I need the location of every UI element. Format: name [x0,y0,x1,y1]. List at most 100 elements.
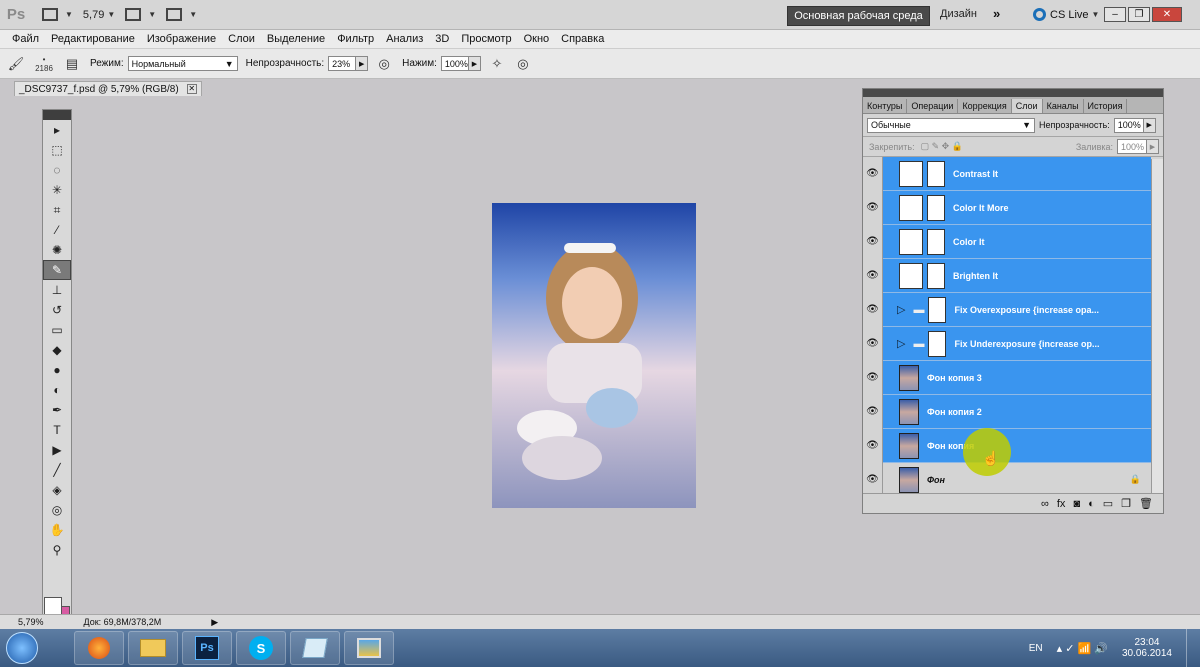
more-workspaces-icon[interactable]: » [993,6,1000,21]
menu-item-4[interactable]: Выделение [267,33,325,45]
visibility-eye-icon[interactable]: 👁 [863,224,883,259]
notes-taskbar-icon[interactable] [290,631,340,665]
explorer-taskbar-icon[interactable] [128,631,178,665]
status-arrow-icon[interactable]: ▶ [211,617,218,628]
opacity-slider-arrow[interactable]: ▶ [356,56,369,71]
lock-icons[interactable]: ▢ ✎ ✥ 🔒 [921,141,963,152]
visibility-eye-icon[interactable]: 👁 [863,462,883,497]
move-tool-icon[interactable]: ▸ [43,120,71,140]
stamp-tool-icon[interactable]: ⊥ [43,280,71,300]
screen-mode-icon[interactable]: ▼ [166,4,197,26]
photoshop-taskbar-icon[interactable]: Ps [182,631,232,665]
size-pressure-icon[interactable]: ◎ [513,54,533,74]
layer-row[interactable]: 👁 ▷ ▬ Fix Underexposure {increase op... [863,326,1151,361]
menu-item-1[interactable]: Редактирование [51,33,135,45]
fill-input[interactable]: 100% [1117,139,1147,154]
layer-thumbnail[interactable] [899,432,919,459]
line-tool-icon[interactable]: ╱ [43,460,71,480]
layer-row[interactable]: 👁 Фон копия 3 [863,360,1151,395]
zoom-tool-icon[interactable]: ⚲ [43,540,71,560]
menu-item-2[interactable]: Изображение [147,33,216,45]
visibility-eye-icon[interactable]: 👁 [863,428,883,463]
adjustment-layer-icon[interactable]: ◐ [1088,498,1095,510]
layer-mask-thumbnail[interactable] [927,194,945,221]
zoom-dropdown[interactable]: 5,79 ▼ [83,4,115,26]
layer-mask-thumbnail[interactable] [927,160,945,187]
show-desktop-button[interactable] [1186,629,1200,667]
curves-adjustment-icon[interactable] [899,160,923,187]
new-layer-icon[interactable]: ❐ [1121,497,1131,510]
menu-item-7[interactable]: 3D [435,33,449,45]
workspace-essentials-button[interactable]: Основная рабочая среда [787,6,930,26]
delete-layer-icon[interactable]: 🗑 [1139,497,1153,510]
document-canvas-image[interactable] [492,203,696,508]
panel-tab-1[interactable]: Операции [907,99,959,113]
menu-item-9[interactable]: Окно [524,33,550,45]
panel-tab-5[interactable]: История [1084,99,1128,113]
dodge-tool-icon[interactable]: ◐ [43,380,71,400]
layer-opacity-input[interactable]: 100% [1113,117,1144,133]
pen-tool-icon[interactable]: ✒ [43,400,71,420]
close-button[interactable]: ✕ [1152,7,1182,22]
panel-tab-4[interactable]: Каналы [1043,99,1084,113]
close-document-icon[interactable]: ✕ [186,84,197,94]
fill-arrow[interactable]: ▶ [1147,139,1159,154]
menu-item-6[interactable]: Анализ [386,33,423,45]
layer-mask-thumbnail[interactable] [928,330,947,357]
screen-mode-button[interactable]: ▼ [42,4,73,26]
visibility-eye-icon[interactable]: 👁 [863,190,883,225]
start-button[interactable] [0,629,44,667]
new-group-icon[interactable]: ▭ [1103,497,1113,510]
layer-mask-thumbnail[interactable] [927,228,945,255]
layer-mask-thumbnail[interactable] [927,262,945,289]
healing-tool-icon[interactable]: ✺ [43,240,71,260]
layer-mask-thumbnail[interactable] [928,296,947,323]
crop-tool-icon[interactable]: ⌗ [43,200,71,220]
layer-row[interactable]: 👁 Фон копия 2 [863,394,1151,429]
visibility-eye-icon[interactable]: 👁 [863,156,883,191]
menu-item-0[interactable]: Файл [12,33,39,45]
layer-row[interactable]: 👁 Contrast It [863,156,1151,191]
language-indicator[interactable]: EN [1029,643,1043,654]
arrange-docs-button[interactable]: ▼ [125,4,156,26]
visibility-eye-icon[interactable]: 👁 [863,394,883,429]
layer-thumbnail[interactable] [899,466,919,493]
expand-group-icon[interactable]: ▷ [897,303,905,316]
hand-tool-icon[interactable]: ✋ [43,520,71,540]
firefox-taskbar-icon[interactable] [74,631,124,665]
visibility-eye-icon[interactable]: 👁 [863,258,883,293]
mode-select[interactable]: Нормальный ▼ [127,56,238,71]
image-viewer-taskbar-icon[interactable] [344,631,394,665]
flow-slider-arrow[interactable]: ▶ [468,56,481,71]
layer-row[interactable]: 👁 Color It [863,224,1151,259]
bucket-tool-icon[interactable]: ◆ [43,340,71,360]
layer-opacity-arrow[interactable]: ▶ [1143,117,1156,133]
clock[interactable]: 23:04 30.06.2014 [1122,637,1172,659]
eyedropper-tool-icon[interactable]: ⁄ [43,220,71,240]
opacity-pressure-icon[interactable]: ◎ [374,54,394,74]
brush-preset-icon[interactable]: 🖌 [6,54,26,74]
levels-adjustment-icon[interactable] [899,194,923,221]
brush-panel-icon[interactable]: ▤ [62,54,82,74]
link-layers-icon[interactable]: ∞ [1041,498,1049,510]
airbrush-icon[interactable]: ✧ [487,54,507,74]
type-tool-icon[interactable]: T [43,420,71,440]
workspace-design-link[interactable]: Дизайн [940,8,977,20]
path-select-tool-icon[interactable]: ▶ [43,440,71,460]
brush-size-picker[interactable]: • 2186 [32,54,56,74]
menu-item-8[interactable]: Просмотр [461,33,511,45]
layer-thumbnail[interactable] [899,364,919,391]
expand-group-icon[interactable]: ▷ [897,337,905,350]
blend-mode-select[interactable]: Обычные ▼ [867,117,1035,133]
quick-select-tool-icon[interactable]: ✳ [43,180,71,200]
history-brush-tool-icon[interactable]: ↺ [43,300,71,320]
add-mask-icon[interactable]: ◙ [1073,498,1080,510]
visibility-eye-icon[interactable]: 👁 [863,360,883,395]
layers-scrollbar[interactable] [1151,159,1163,493]
skype-taskbar-icon[interactable]: S [236,631,286,665]
document-tab[interactable]: _DSC9737_f.psd @ 5,79% (RGB/8) ✕ [14,81,202,96]
panel-tab-0[interactable]: Контуры [863,99,908,113]
panel-tab-2[interactable]: Коррекция [958,99,1012,113]
curves-adjustment-icon[interactable] [899,262,923,289]
visibility-eye-icon[interactable]: 👁 [863,292,883,327]
